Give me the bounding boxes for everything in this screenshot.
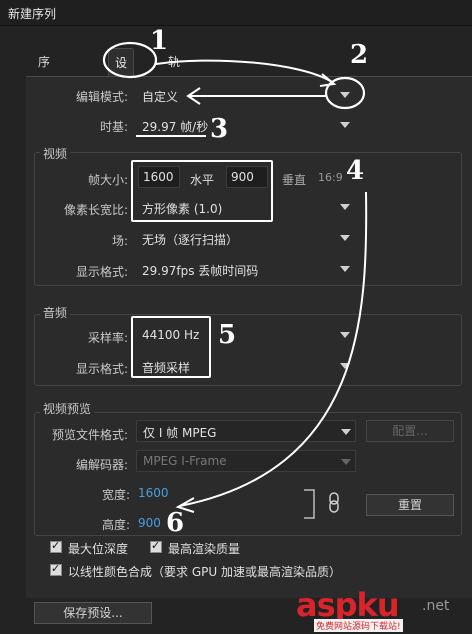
annotation-box-4: [131, 160, 273, 222]
annotation-number-3: 3: [210, 114, 229, 144]
annotation-number-6: 6: [166, 508, 185, 538]
annotation-box-5: [131, 316, 211, 378]
annotation-number-1: 1: [150, 26, 169, 56]
watermark-suffix: .net: [422, 598, 450, 614]
annotation-number-4: 4: [346, 156, 365, 186]
annotation-overlay: [102, 41, 368, 513]
annotation-number-5: 5: [218, 320, 237, 350]
annotation-number-2: 2: [350, 40, 369, 70]
watermark-logo: aspku .net 免费网站源码下载站!: [296, 586, 466, 632]
watermark-sub: 免费网站源码下载站!: [314, 619, 403, 632]
